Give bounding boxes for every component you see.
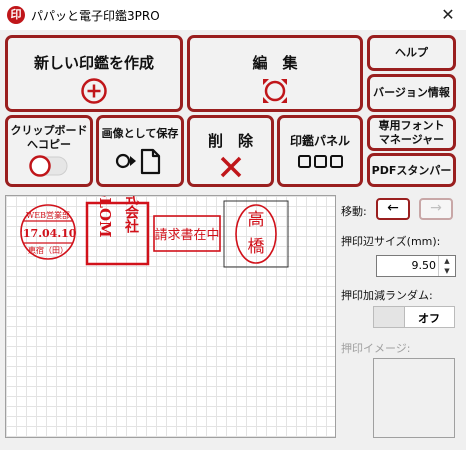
save-image-button[interactable]: 画像として保存 xyxy=(96,115,184,187)
font-manager-label-2: マネージャー xyxy=(378,133,445,146)
size-value: 9.50 xyxy=(411,259,437,272)
close-button[interactable]: ✕ xyxy=(431,1,465,29)
move-label: 移動: xyxy=(341,205,367,218)
move-left-button[interactable]: ← xyxy=(376,198,410,220)
toggle-icon xyxy=(29,155,68,177)
date-stamp-date: '17.04.10 xyxy=(20,227,77,240)
font-manager-button[interactable]: 専用フォント マネージャー xyxy=(367,115,456,151)
stamp-preview-box xyxy=(373,358,455,438)
pdf-stamper-label: PDFスタンパー xyxy=(371,164,452,177)
spin-down-icon[interactable]: ▼ xyxy=(438,266,455,276)
new-stamp-button[interactable]: 新しい印鑑を作成 xyxy=(5,35,183,112)
date-stamp-top: WEB営業部 xyxy=(26,210,70,220)
company-seal-right: 株式会社 xyxy=(123,196,140,234)
save-image-label: 画像として保存 xyxy=(101,127,179,140)
name-seal-char-1: 高 xyxy=(248,210,265,230)
window-title: パパッと電子印鑑3PRO xyxy=(31,9,160,23)
spin-up-icon[interactable]: ▲ xyxy=(438,256,455,266)
size-spinner[interactable]: 9.50 ▲ ▼ xyxy=(376,255,456,277)
name-seal-char-2: 橋 xyxy=(248,237,265,257)
random-toggle[interactable]: オフ xyxy=(373,306,455,328)
save-file-icon xyxy=(115,148,161,175)
version-info-label: バージョン情報 xyxy=(373,86,450,99)
version-info-button[interactable]: バージョン情報 xyxy=(367,74,456,112)
pdf-stamper-button[interactable]: PDFスタンパー xyxy=(367,153,456,187)
three-squares-icon xyxy=(298,155,343,168)
edit-circle-icon xyxy=(263,79,287,103)
delete-button[interactable]: 削 除 xyxy=(187,115,274,187)
preview-label: 押印イメージ: xyxy=(341,342,411,355)
title-bar: 印 パパッと電子印鑑3PRO ✕ xyxy=(0,0,466,30)
clipboard-copy-button[interactable]: クリップボード へコピー xyxy=(5,115,93,187)
stamp-panel-label: 印鑑パネル xyxy=(289,134,350,148)
date-stamp[interactable]: WEB営業部 '17.04.10 恵宿（田） xyxy=(20,204,77,260)
random-label: 押印加減ランダム: xyxy=(341,289,433,302)
random-toggle-state: オフ xyxy=(418,312,440,325)
text-box-stamp-text: 請求書在中 xyxy=(154,228,219,243)
move-right-button[interactable]: → xyxy=(419,198,453,220)
clipboard-copy-label-2: へコピー xyxy=(27,138,71,151)
toggle-knob xyxy=(374,307,405,327)
edit-label: 編 集 xyxy=(252,54,298,72)
delete-label: 削 除 xyxy=(207,132,253,150)
help-label: ヘルプ xyxy=(395,46,428,59)
stamp-panel-button[interactable]: 印鑑パネル xyxy=(277,115,363,187)
x-icon xyxy=(220,156,241,178)
edit-button[interactable]: 編 集 xyxy=(187,35,363,112)
company-seal-left: TeLOM xyxy=(96,196,114,238)
clipboard-copy-label-1: クリップボード xyxy=(10,124,88,137)
name-seal[interactable]: 高 橋 xyxy=(223,200,289,268)
stamp-canvas[interactable]: WEB営業部 '17.04.10 恵宿（田） TeLOM 株式会社 請求書在中 … xyxy=(5,195,336,438)
help-button[interactable]: ヘルプ xyxy=(367,35,456,71)
text-box-stamp[interactable]: 請求書在中 xyxy=(153,215,221,252)
size-label: 押印辺サイズ(mm): xyxy=(341,235,441,248)
font-manager-label-1: 専用フォント xyxy=(378,119,445,132)
company-seal[interactable]: TeLOM 株式会社 xyxy=(85,196,150,266)
app-logo-icon: 印 xyxy=(7,6,25,24)
plus-circle-icon xyxy=(81,78,107,104)
new-stamp-label: 新しい印鑑を作成 xyxy=(33,54,154,72)
date-stamp-bottom: 恵宿（田） xyxy=(28,245,68,255)
